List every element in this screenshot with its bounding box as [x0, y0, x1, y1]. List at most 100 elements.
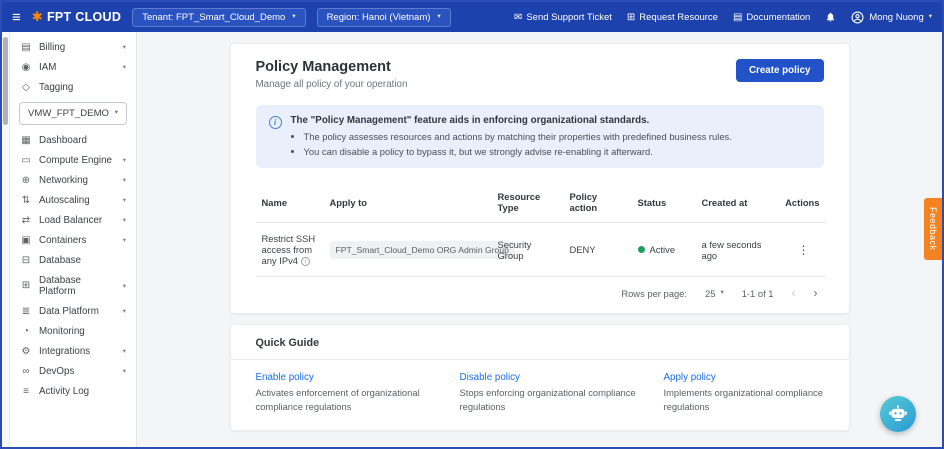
chevron-down-icon: ▾: [123, 63, 126, 71]
user-avatar-icon: [851, 11, 864, 24]
column-header-created-at: Created at: [696, 182, 778, 223]
support-ticket-icon: ✉: [514, 12, 522, 23]
sidebar-item-label: Networking: [39, 175, 88, 186]
sidebar-item-autoscaling[interactable]: ⇅ Autoscaling ▾: [10, 190, 136, 210]
status-badge: Active: [650, 244, 676, 255]
table-pagination: Rows per page: 25 ▾ 1-1 of 1 ‹ ›: [256, 277, 824, 303]
sidebar-item-compute-engine[interactable]: ▭ Compute Engine ▾: [10, 150, 136, 170]
integrations-icon: ⚙: [20, 346, 32, 357]
ai-assistant-button[interactable]: [880, 396, 916, 432]
policy-name-cell: Restrict SSH access from any IPv4i: [256, 223, 324, 277]
column-header-status: Status: [632, 182, 696, 223]
info-alert: i The "Policy Management" feature aids i…: [256, 105, 824, 168]
page-body: ▤ Billing ▾ ◉ IAM ▾ ◇ Tagging VMW_FPT_DE…: [2, 32, 942, 447]
disable-policy-description: Stops enforcing organizational complianc…: [460, 386, 648, 413]
chevron-down-icon: ▾: [123, 347, 126, 355]
region-selector[interactable]: Region: Hanoi (Vietnam) ▾: [317, 8, 451, 27]
column-header-apply-to: Apply to: [324, 182, 492, 223]
send-support-ticket-label: Send Support Ticket: [526, 12, 612, 23]
chevron-down-icon: ▾: [720, 290, 723, 297]
sidebar-item-database-platform[interactable]: ⊞ Database Platform ▾: [10, 270, 136, 301]
sidebar-item-label: Compute Engine: [39, 155, 112, 166]
vertical-scrollbar[interactable]: [2, 32, 10, 447]
table-header-row: Name Apply to Resource Type Policy actio…: [256, 182, 826, 223]
sidebar-item-database[interactable]: ⊟ Database: [10, 250, 136, 270]
send-support-ticket-link[interactable]: ✉ Send Support Ticket: [514, 12, 612, 23]
sidebar-item-devops[interactable]: ∞ DevOps ▾: [10, 361, 136, 381]
policy-action-cell: DENY: [564, 223, 632, 277]
brand-text: FPT CLOUD: [47, 10, 121, 24]
quick-guide-item: Disable policy Stops enforcing organizat…: [460, 372, 648, 413]
apply-to-cell: FPT_Smart_Cloud_Demo ORG Admin Group: [324, 223, 492, 277]
project-select[interactable]: VMW_FPT_DEMO ▾: [19, 102, 127, 125]
quick-guide-item: Apply policy Implements organizational c…: [664, 372, 824, 413]
sidebar-item-label: IAM: [39, 62, 56, 73]
sidebar-item-containers[interactable]: ▣ Containers ▾: [10, 230, 136, 250]
iam-icon: ◉: [20, 62, 32, 73]
sidebar-item-billing[interactable]: ▤ Billing ▾: [10, 37, 136, 57]
enable-policy-link[interactable]: Enable policy: [256, 372, 444, 383]
column-header-policy-action: Policy action: [564, 182, 632, 223]
tenant-label: Tenant: FPT_Smart_Cloud_Demo: [142, 12, 285, 23]
hamburger-menu-icon[interactable]: ≡: [12, 10, 21, 25]
feedback-tab[interactable]: Feedback: [924, 198, 942, 260]
status-cell: Active: [632, 223, 696, 277]
status-active-dot: [638, 246, 645, 253]
sidebar-item-label: Containers: [39, 235, 86, 246]
disable-policy-link[interactable]: Disable policy: [460, 372, 648, 383]
row-actions-kebab-icon[interactable]: ⋮: [798, 243, 820, 257]
autoscaling-icon: ⇅: [20, 195, 32, 206]
chevron-down-icon: ▾: [292, 14, 295, 21]
brand-logo[interactable]: ✱ FPT CLOUD: [32, 9, 121, 25]
chevron-down-icon: ▾: [115, 110, 118, 117]
user-name: Mong Nuong: [869, 12, 923, 23]
sidebar-item-load-balancer[interactable]: ⇄ Load Balancer ▾: [10, 210, 136, 230]
sidebar-item-data-platform[interactable]: ≣ Data Platform ▾: [10, 301, 136, 321]
previous-page-icon[interactable]: ‹: [792, 287, 796, 299]
user-menu[interactable]: Mong Nuong ▾: [851, 11, 932, 24]
dashboard-icon: ▦: [20, 135, 32, 146]
notifications-bell-icon[interactable]: [825, 11, 836, 23]
scrollbar-thumb[interactable]: [3, 37, 8, 125]
page-title: Policy Management: [256, 59, 408, 75]
chevron-down-icon: ▾: [123, 236, 126, 244]
sidebar-item-label: Integrations: [39, 346, 90, 357]
region-label: Region: Hanoi (Vietnam): [327, 12, 431, 23]
pagination-range: 1-1 of 1: [742, 288, 774, 299]
alert-bullet: You can disable a policy to bypass it, b…: [304, 145, 732, 158]
sidebar-item-integrations[interactable]: ⚙ Integrations ▾: [10, 341, 136, 361]
sidebar-item-dashboard[interactable]: ▦ Dashboard: [10, 130, 136, 150]
fpt-logo-icon: ✱: [32, 9, 43, 25]
sidebar-item-label: Monitoring: [39, 326, 85, 337]
create-policy-button[interactable]: Create policy: [736, 59, 824, 82]
request-resource-label: Request Resource: [639, 12, 718, 23]
table-row[interactable]: Restrict SSH access from any IPv4i FPT_S…: [256, 223, 826, 277]
apply-policy-link[interactable]: Apply policy: [664, 372, 824, 383]
sidebar-item-tagging[interactable]: ◇ Tagging: [10, 77, 136, 97]
created-at-cell: a few seconds ago: [696, 223, 778, 277]
sidebar-item-label: DevOps: [39, 366, 74, 377]
sidebar: ▤ Billing ▾ ◉ IAM ▾ ◇ Tagging VMW_FPT_DE…: [10, 32, 137, 447]
sidebar-item-label: Activity Log: [39, 386, 89, 397]
chevron-down-icon: ▾: [123, 307, 126, 315]
policy-table: Name Apply to Resource Type Policy actio…: [256, 182, 826, 277]
request-resource-link[interactable]: ⊞ Request Resource: [627, 12, 718, 23]
quick-guide-item: Enable policy Activates enforcement of o…: [256, 372, 444, 413]
documentation-link[interactable]: ▤ Documentation: [733, 12, 810, 23]
top-navbar: ≡ ✱ FPT CLOUD Tenant: FPT_Smart_Cloud_De…: [2, 2, 942, 32]
sidebar-item-monitoring[interactable]: ◔ Monitoring: [10, 321, 136, 341]
documentation-label: Documentation: [746, 12, 810, 23]
billing-icon: ▤: [20, 42, 32, 53]
compute-engine-icon: ▭: [20, 155, 32, 166]
chevron-down-icon: ▾: [123, 282, 126, 290]
sidebar-item-activity-log[interactable]: ≡ Activity Log: [10, 381, 136, 401]
next-page-icon[interactable]: ›: [814, 287, 818, 299]
sidebar-item-networking[interactable]: ⊕ Networking ▾: [10, 170, 136, 190]
rows-per-page-select[interactable]: 25 ▾: [705, 288, 724, 299]
tenant-selector[interactable]: Tenant: FPT_Smart_Cloud_Demo ▾: [132, 8, 305, 27]
column-header-resource-type: Resource Type: [492, 182, 564, 223]
sidebar-item-iam[interactable]: ◉ IAM ▾: [10, 57, 136, 77]
chevron-down-icon: ▾: [437, 14, 440, 21]
database-icon: ⊟: [20, 255, 32, 266]
containers-icon: ▣: [20, 235, 32, 246]
